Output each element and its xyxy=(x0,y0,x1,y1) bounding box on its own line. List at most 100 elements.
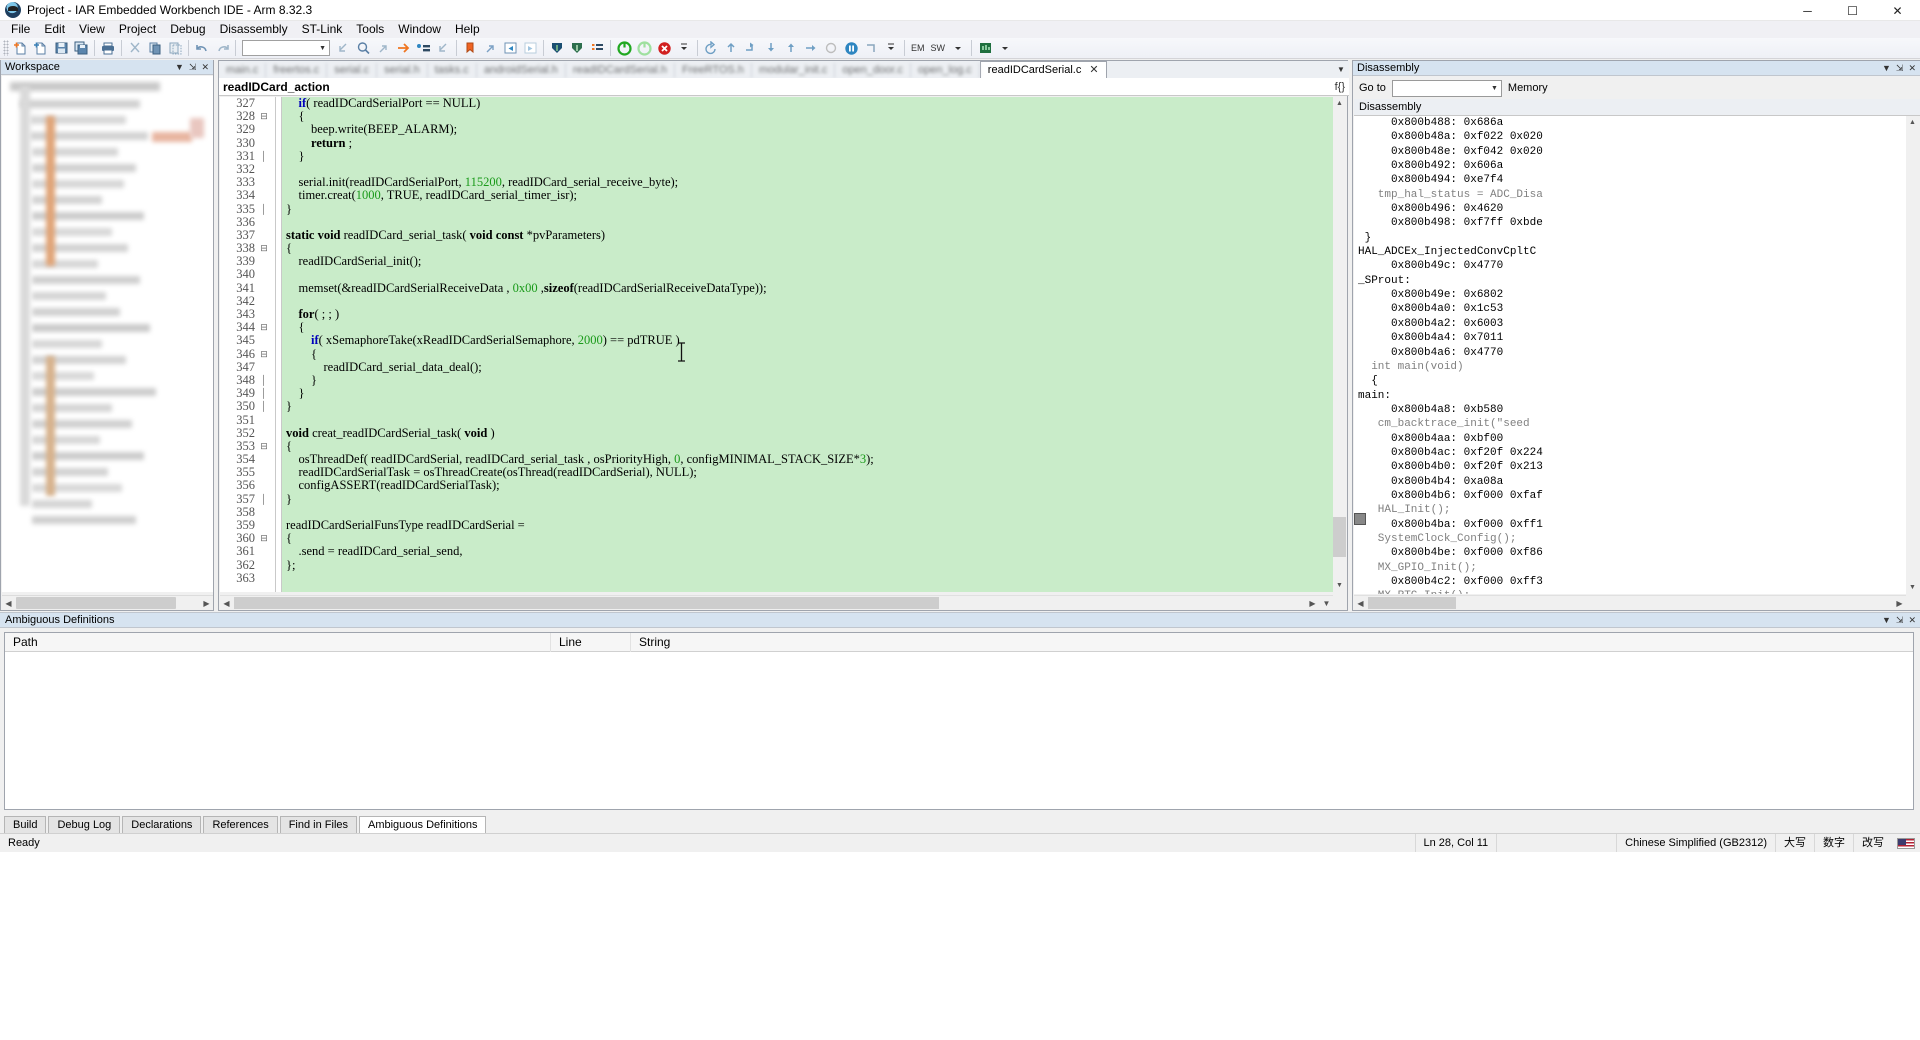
code-line[interactable] xyxy=(286,295,1333,308)
go-to-line-icon[interactable] xyxy=(433,39,453,58)
scroll-right-icon[interactable]: ▶ xyxy=(1893,597,1906,609)
disassembly-row[interactable]: 0x800b4a2: 0x6003 xyxy=(1354,317,1906,331)
ime-overwrite[interactable]: 改写 xyxy=(1853,833,1892,853)
code-line[interactable]: if( xSemaphoreTake(xReadIDCardSerialSema… xyxy=(286,334,1333,347)
code-line[interactable]: readIDCardSerial_init(); xyxy=(286,255,1333,268)
project-tree[interactable] xyxy=(2,76,213,592)
chevron-down-icon[interactable]: ▼ xyxy=(1333,61,1349,78)
ime-caps[interactable]: 大写 xyxy=(1775,833,1814,853)
fold-marker[interactable] xyxy=(258,123,270,136)
disassembly-row[interactable]: 0x800b49e: 0x6802 xyxy=(1354,288,1906,302)
menu-help[interactable]: Help xyxy=(448,21,487,38)
cut-icon[interactable] xyxy=(125,39,145,58)
navigate-forward-icon[interactable] xyxy=(520,39,540,58)
code-line[interactable]: } xyxy=(286,373,1333,387)
menu-edit[interactable]: Edit xyxy=(37,21,72,38)
disassembly-row[interactable]: int main(void) xyxy=(1354,360,1906,374)
tab-debug-log[interactable]: Debug Log xyxy=(48,816,121,833)
code-line[interactable]: beep.write(BEEP_ALARM); xyxy=(286,123,1333,136)
scroll-right-icon[interactable]: ▶ xyxy=(1306,597,1319,609)
editor-horizontal-scrollbar[interactable]: ◀ ▶ ▼ xyxy=(220,595,1333,609)
toolbar-overflow-3-icon[interactable] xyxy=(948,39,968,58)
tab-readidcardserial-h[interactable]: readIDCardSerial.h xyxy=(566,63,675,78)
step-out-icon[interactable] xyxy=(781,39,801,58)
pin-icon[interactable]: ⇲ xyxy=(1896,63,1904,74)
scrollbar-thumb[interactable] xyxy=(1333,517,1346,557)
fold-marker[interactable] xyxy=(258,137,270,150)
memory-button[interactable]: Memory xyxy=(1508,82,1548,94)
fold-marker[interactable]: │ xyxy=(258,374,270,387)
code-line[interactable]: void creat_readIDCardSerial_task( void ) xyxy=(286,426,1333,440)
fold-marker[interactable]: ⊟ xyxy=(258,110,270,123)
disassembly-listing[interactable]: 0x800b488: 0x686a 0x800b48a: 0xf022 0x02… xyxy=(1354,116,1906,594)
fold-marker[interactable] xyxy=(258,414,270,427)
close-button[interactable]: ✕ xyxy=(1875,0,1920,21)
fold-marker[interactable] xyxy=(258,268,270,281)
toolbar-overflow-4-icon[interactable] xyxy=(995,39,1015,58)
find-previous-icon[interactable] xyxy=(333,39,353,58)
disassembly-row[interactable]: 0x800b4ac: 0xf20f 0x224 xyxy=(1354,446,1906,460)
fold-marker[interactable] xyxy=(258,229,270,242)
fold-marker[interactable] xyxy=(258,361,270,374)
toolbar-overflow-icon[interactable] xyxy=(674,39,694,58)
minimize-button[interactable]: ─ xyxy=(1785,0,1830,21)
tab-serial-h[interactable]: serial.h xyxy=(377,63,428,78)
navigate-backward-icon[interactable] xyxy=(500,39,520,58)
replace-icon[interactable] xyxy=(413,39,433,58)
fold-marker[interactable]: │ xyxy=(258,203,270,216)
fold-marker[interactable] xyxy=(258,295,270,308)
batch-build-icon[interactable] xyxy=(587,39,607,58)
chevron-down-icon[interactable]: ▼ xyxy=(1882,63,1891,74)
toggle-bookmark-icon[interactable] xyxy=(460,39,480,58)
view-memory-icon[interactable] xyxy=(861,39,881,58)
code-line[interactable]: return ; xyxy=(286,136,1333,150)
disassembly-row[interactable]: 0x800b4c2: 0xf000 0xff3 xyxy=(1354,575,1906,589)
disassembly-row[interactable]: tmp_hal_status = ADC_Disa xyxy=(1354,188,1906,202)
scrollbar-thumb[interactable] xyxy=(16,597,176,609)
fold-marker[interactable] xyxy=(258,506,270,519)
save-all-icon[interactable] xyxy=(71,39,91,58)
chevron-down-icon[interactable]: ▼ xyxy=(175,62,184,73)
tab-freertos-h[interactable]: FreeRTOS.h xyxy=(675,63,752,78)
fold-marker[interactable] xyxy=(258,334,270,347)
make-icon[interactable] xyxy=(567,39,587,58)
scroll-up-icon[interactable]: ▲ xyxy=(1906,116,1919,129)
disassembly-row[interactable]: main: xyxy=(1354,389,1906,403)
tab-find-in-files[interactable]: Find in Files xyxy=(279,816,357,833)
disassembly-row[interactable]: _SProut: xyxy=(1354,274,1906,288)
find-in-files-icon[interactable] xyxy=(393,39,413,58)
close-icon[interactable]: ✕ xyxy=(1089,62,1098,79)
power-log-icon[interactable] xyxy=(975,39,995,58)
close-icon[interactable]: ✕ xyxy=(201,62,209,73)
fold-marker[interactable] xyxy=(258,559,270,572)
run-to-cursor-icon[interactable] xyxy=(821,39,841,58)
fold-marker[interactable] xyxy=(258,572,270,585)
tab-ambiguous-definitions[interactable]: Ambiguous Definitions xyxy=(359,816,487,833)
pin-icon[interactable]: ⇲ xyxy=(1896,615,1904,626)
disassembly-row[interactable]: SystemClock_Config(); xyxy=(1354,532,1906,546)
print-icon[interactable] xyxy=(98,39,118,58)
close-icon[interactable]: ✕ xyxy=(1908,63,1916,74)
scroll-down-corner-icon[interactable]: ▼ xyxy=(1320,597,1333,609)
maximize-button[interactable]: ☐ xyxy=(1830,0,1875,21)
disassembly-row[interactable]: 0x800b4b4: 0xa08a xyxy=(1354,475,1906,489)
tab-open-door-c[interactable]: open_door.c xyxy=(835,63,911,78)
fold-marker[interactable] xyxy=(258,453,270,466)
code-line[interactable]: timer.creat(1000, TRUE, readIDCard_seria… xyxy=(286,189,1333,202)
tab-build[interactable]: Build xyxy=(4,816,47,833)
copy-icon[interactable] xyxy=(145,39,165,58)
scroll-right-icon[interactable]: ▶ xyxy=(200,597,213,609)
fold-marker[interactable]: ⊟ xyxy=(258,440,270,453)
disassembly-row[interactable]: { xyxy=(1354,374,1906,388)
menu-disassembly[interactable]: Disassembly xyxy=(213,21,295,38)
code-editor[interactable]: 327 328 329 330 331 332 333 334 335 336 337 338 339 3… xyxy=(220,97,1333,592)
code-line[interactable]: } xyxy=(286,202,1333,216)
chevron-down-icon[interactable]: ▼ xyxy=(1882,615,1891,626)
code-line[interactable]: } xyxy=(286,492,1333,506)
code-line[interactable]: memset(&readIDCardSerialReceiveData , 0x… xyxy=(286,281,1333,295)
open-document-icon[interactable] xyxy=(31,39,51,58)
scroll-up-icon[interactable]: ▲ xyxy=(1333,97,1346,110)
tab-freertos-c[interactable]: freertos.c xyxy=(266,63,328,78)
disassembly-vertical-scrollbar[interactable]: ▲ ▼ xyxy=(1906,116,1919,594)
next-bookmark-icon[interactable] xyxy=(480,39,500,58)
